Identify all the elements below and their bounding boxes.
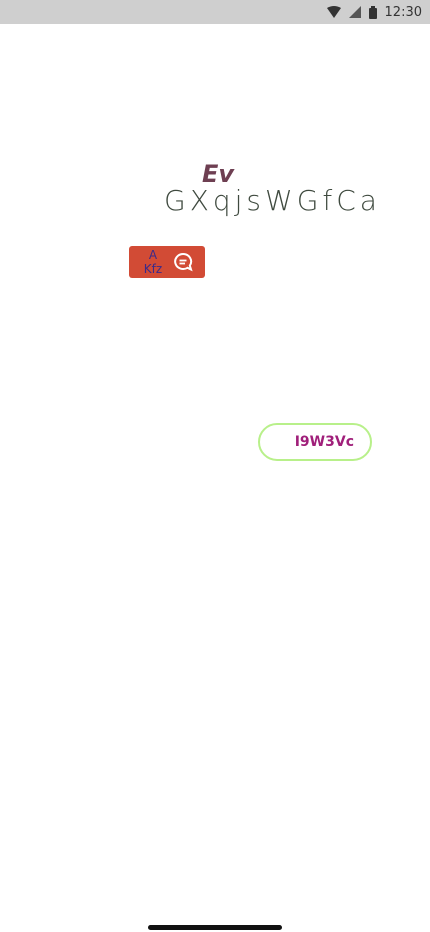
- status-icons: 12:30: [326, 0, 422, 24]
- red-button-label: A Kfz: [139, 248, 167, 276]
- home-indicator[interactable]: [148, 925, 282, 930]
- battery-icon: [368, 5, 377, 19]
- cell-signal-icon: [348, 6, 361, 18]
- chat-bubble-icon: [173, 252, 193, 272]
- status-time: 12:30: [384, 4, 422, 20]
- red-action-button[interactable]: A Kfz: [129, 246, 205, 278]
- pill-button[interactable]: I9W3Vc: [258, 423, 372, 461]
- page-title: GXqjsWGfCa: [164, 184, 381, 217]
- red-button-label-line1: A: [148, 248, 158, 262]
- wifi-icon: [326, 6, 341, 18]
- pill-button-label: I9W3Vc: [294, 434, 354, 450]
- red-button-label-line2: Kfz: [143, 262, 163, 276]
- status-bar: 12:30: [0, 0, 430, 24]
